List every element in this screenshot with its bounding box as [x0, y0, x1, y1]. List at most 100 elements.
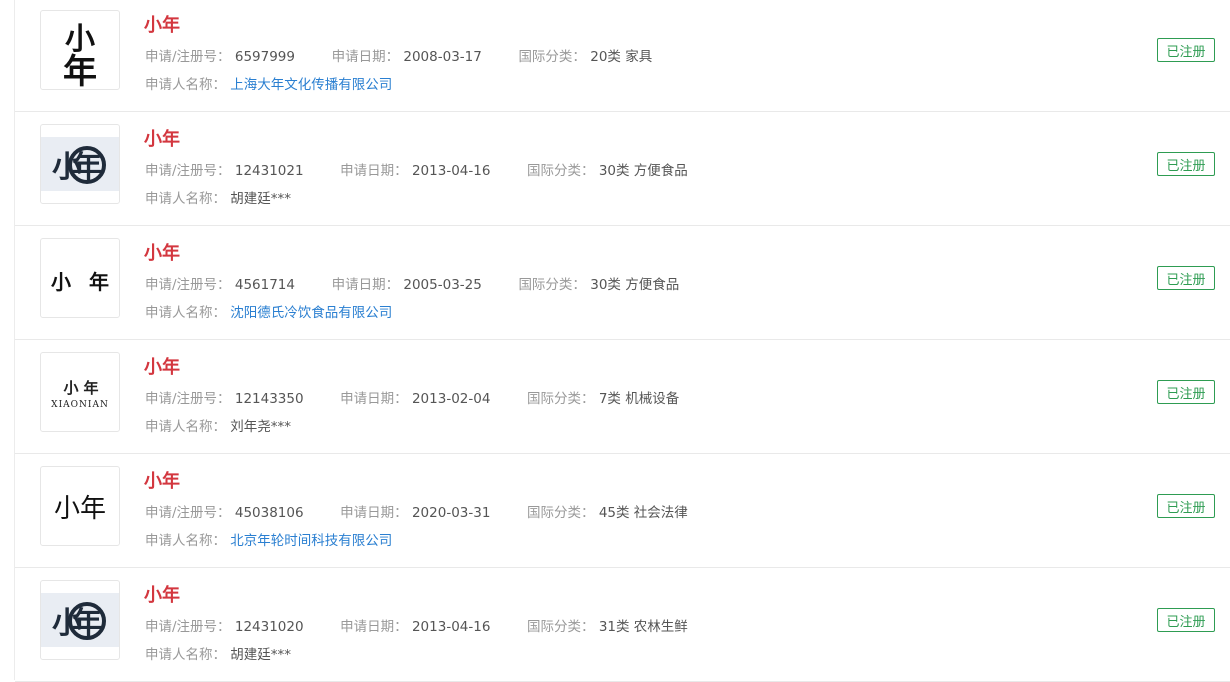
applicant-line: 申请人名称： 上海大年文化传播有限公司	[145, 73, 392, 93]
trademark-logo[interactable]: 小 年	[40, 580, 120, 660]
trademark-logo[interactable]: 小 年	[40, 466, 120, 546]
trademark-meta: 申请/注册号： 12431020 申请日期： 2013-04-16 国际分类： …	[145, 615, 688, 635]
logo-char: 年	[63, 52, 97, 89]
intl-class-label: 国际分类：	[527, 391, 595, 407]
intl-class-value: 45类 社会法律	[598, 505, 688, 521]
intl-class-value: 31类 农林生鲜	[598, 619, 688, 635]
apply-date-label: 申请日期：	[331, 277, 400, 293]
applicant-label: 申请人名称：	[145, 419, 226, 435]
apply-date-value: 2013-04-16	[411, 619, 491, 635]
intl-class-value: 20类 家具	[590, 49, 653, 65]
apply-date-value: 2013-04-16	[411, 163, 491, 179]
logo-char: 小	[51, 270, 71, 294]
applicant-label: 申请人名称：	[145, 305, 226, 321]
trademark-list: 小 年 小年 申请/注册号： 6597999 申请日期： 2008-03-17 …	[14, 0, 1230, 682]
intl-class-value: 7类 机械设备	[598, 391, 680, 407]
trademark-row[interactable]: 小 年 小年 申请/注册号： 12431021 申请日期： 2013-04-16…	[15, 112, 1230, 226]
status-badge: 已注册	[1157, 608, 1215, 632]
reg-no-value: 6597999	[234, 49, 295, 65]
status-badge: 已注册	[1157, 152, 1215, 176]
applicant-label: 申请人名称：	[145, 647, 226, 663]
status-badge: 已注册	[1157, 266, 1215, 290]
apply-date-value: 2013-02-04	[411, 391, 491, 407]
trademark-name[interactable]: 小年	[144, 581, 180, 607]
logo-image: 小 年	[63, 22, 97, 89]
applicant-link[interactable]: 沈阳德氏冷饮食品有限公司	[230, 305, 392, 321]
applicant-line: 申请人名称： 胡建廷***	[145, 643, 291, 663]
trademark-name[interactable]: 小年	[144, 125, 180, 151]
logo-char: 年	[72, 606, 102, 641]
reg-no-value: 12431021	[234, 163, 304, 179]
status-badge: 已注册	[1157, 494, 1215, 518]
intl-class-value: 30类 方便食品	[598, 163, 688, 179]
trademark-meta: 申请/注册号： 12143350 申请日期： 2013-02-04 国际分类： …	[145, 387, 679, 407]
applicant-link[interactable]: 上海大年文化传播有限公司	[230, 77, 392, 93]
trademark-row[interactable]: 小 年 小年 申请/注册号： 45038106 申请日期： 2020-03-31…	[15, 454, 1230, 568]
logo-char: 年	[83, 379, 98, 397]
intl-class-label: 国际分类：	[527, 505, 595, 521]
logo-char: 年	[72, 150, 102, 185]
apply-date-value: 2020-03-31	[411, 505, 491, 521]
reg-no-value: 45038106	[234, 505, 304, 521]
intl-class-label: 国际分类：	[527, 163, 595, 179]
logo-char: 小	[63, 379, 78, 397]
trademark-row[interactable]: 小 年 XIAONIAN 小年 申请/注册号： 12143350 申请日期： 2…	[15, 340, 1230, 454]
reg-no-label: 申请/注册号：	[145, 49, 231, 65]
reg-no-label: 申请/注册号：	[145, 619, 231, 635]
trademark-meta: 申请/注册号： 45038106 申请日期： 2020-03-31 国际分类： …	[145, 501, 688, 521]
trademark-meta: 申请/注册号： 12431021 申请日期： 2013-04-16 国际分类： …	[145, 159, 688, 179]
trademark-name[interactable]: 小年	[144, 11, 180, 37]
apply-date-label: 申请日期：	[331, 49, 400, 65]
applicant-name: 胡建廷***	[230, 191, 292, 207]
intl-class-label: 国际分类：	[527, 619, 595, 635]
logo-image: 小 年	[51, 270, 109, 294]
trademark-logo[interactable]: 小 年	[40, 124, 120, 204]
reg-no-value: 12431020	[234, 619, 304, 635]
trademark-name[interactable]: 小年	[144, 239, 180, 265]
apply-date-label: 申请日期：	[340, 163, 408, 179]
applicant-line: 申请人名称： 胡建廷***	[145, 187, 291, 207]
reg-no-value: 12143350	[234, 391, 304, 407]
logo-char: 年	[80, 494, 106, 524]
apply-date-value: 2005-03-25	[403, 277, 482, 293]
logo-char: 小	[54, 494, 80, 524]
applicant-line: 申请人名称： 北京年轮时间科技有限公司	[145, 529, 392, 549]
status-badge: 已注册	[1157, 38, 1215, 62]
reg-no-label: 申请/注册号：	[145, 391, 231, 407]
applicant-name: 胡建廷***	[230, 647, 292, 663]
trademark-name[interactable]: 小年	[144, 353, 180, 379]
applicant-line: 申请人名称： 沈阳德氏冷饮食品有限公司	[145, 301, 392, 321]
apply-date-label: 申请日期：	[340, 619, 408, 635]
logo-pinyin: XIAONIAN	[51, 400, 109, 410]
reg-no-label: 申请/注册号：	[145, 277, 231, 293]
trademark-meta: 申请/注册号： 6597999 申请日期： 2008-03-17 国际分类： 2…	[145, 45, 652, 65]
logo-image: 小 年	[54, 494, 106, 524]
reg-no-label: 申请/注册号：	[145, 163, 231, 179]
applicant-line: 申请人名称： 刘年尧***	[145, 415, 291, 435]
applicant-name: 刘年尧***	[230, 419, 292, 435]
reg-no-value: 4561714	[234, 277, 295, 293]
apply-date-value: 2008-03-17	[403, 49, 482, 65]
trademark-row[interactable]: 小 年 小年 申请/注册号： 6597999 申请日期： 2008-03-17 …	[15, 0, 1230, 112]
trademark-name[interactable]: 小年	[144, 467, 180, 493]
trademark-row[interactable]: 小 年 小年 申请/注册号： 12431020 申请日期： 2013-04-16…	[15, 568, 1230, 682]
applicant-link[interactable]: 北京年轮时间科技有限公司	[230, 533, 392, 549]
logo-image: 小 年	[41, 593, 119, 647]
intl-class-label: 国际分类：	[518, 277, 586, 293]
trademark-logo[interactable]: 小 年	[40, 238, 120, 318]
trademark-row[interactable]: 小 年 小年 申请/注册号： 4561714 申请日期： 2005-03-25 …	[15, 226, 1230, 340]
intl-class-value: 30类 方便食品	[590, 277, 680, 293]
trademark-logo[interactable]: 小 年	[40, 10, 120, 90]
apply-date-label: 申请日期：	[340, 391, 408, 407]
apply-date-label: 申请日期：	[340, 505, 408, 521]
logo-image: 小 年 XIAONIAN	[51, 379, 109, 410]
trademark-meta: 申请/注册号： 4561714 申请日期： 2005-03-25 国际分类： 3…	[145, 273, 679, 293]
reg-no-label: 申请/注册号：	[145, 505, 231, 521]
trademark-logo[interactable]: 小 年 XIAONIAN	[40, 352, 120, 432]
logo-char: 年	[89, 270, 109, 294]
intl-class-label: 国际分类：	[518, 49, 586, 65]
status-badge: 已注册	[1157, 380, 1215, 404]
logo-image: 小 年	[41, 137, 119, 191]
applicant-label: 申请人名称：	[145, 191, 226, 207]
applicant-label: 申请人名称：	[145, 533, 226, 549]
